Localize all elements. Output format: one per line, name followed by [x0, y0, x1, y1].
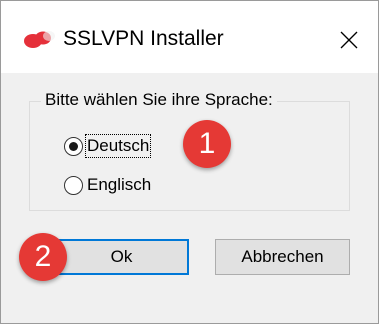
- radio-deutsch-label[interactable]: Deutsch: [84, 134, 152, 158]
- radio-englisch[interactable]: Englisch: [64, 175, 151, 195]
- window-title: SSLVPN Installer: [63, 27, 224, 50]
- title-bar[interactable]: SSLVPN Installer: [1, 1, 378, 73]
- radio-englisch-label[interactable]: Englisch: [87, 175, 151, 195]
- ok-button[interactable]: Ok: [54, 239, 189, 275]
- radio-englisch-indicator[interactable]: [64, 175, 83, 195]
- installer-dialog: SSLVPN Installer Bitte wählen Sie ihre S…: [0, 0, 379, 324]
- radio-deutsch[interactable]: Deutsch: [64, 134, 152, 158]
- close-icon: [340, 31, 358, 49]
- language-group-label: Bitte wählen Sie ihre Sprache:: [41, 90, 277, 110]
- callout-badge-1: 1: [183, 120, 231, 168]
- app-logo-icon: [24, 31, 55, 48]
- callout-badge-2: 2: [19, 233, 67, 281]
- radio-deutsch-indicator[interactable]: [64, 136, 83, 156]
- cancel-button[interactable]: Abbrechen: [215, 239, 350, 275]
- close-button[interactable]: [326, 21, 372, 59]
